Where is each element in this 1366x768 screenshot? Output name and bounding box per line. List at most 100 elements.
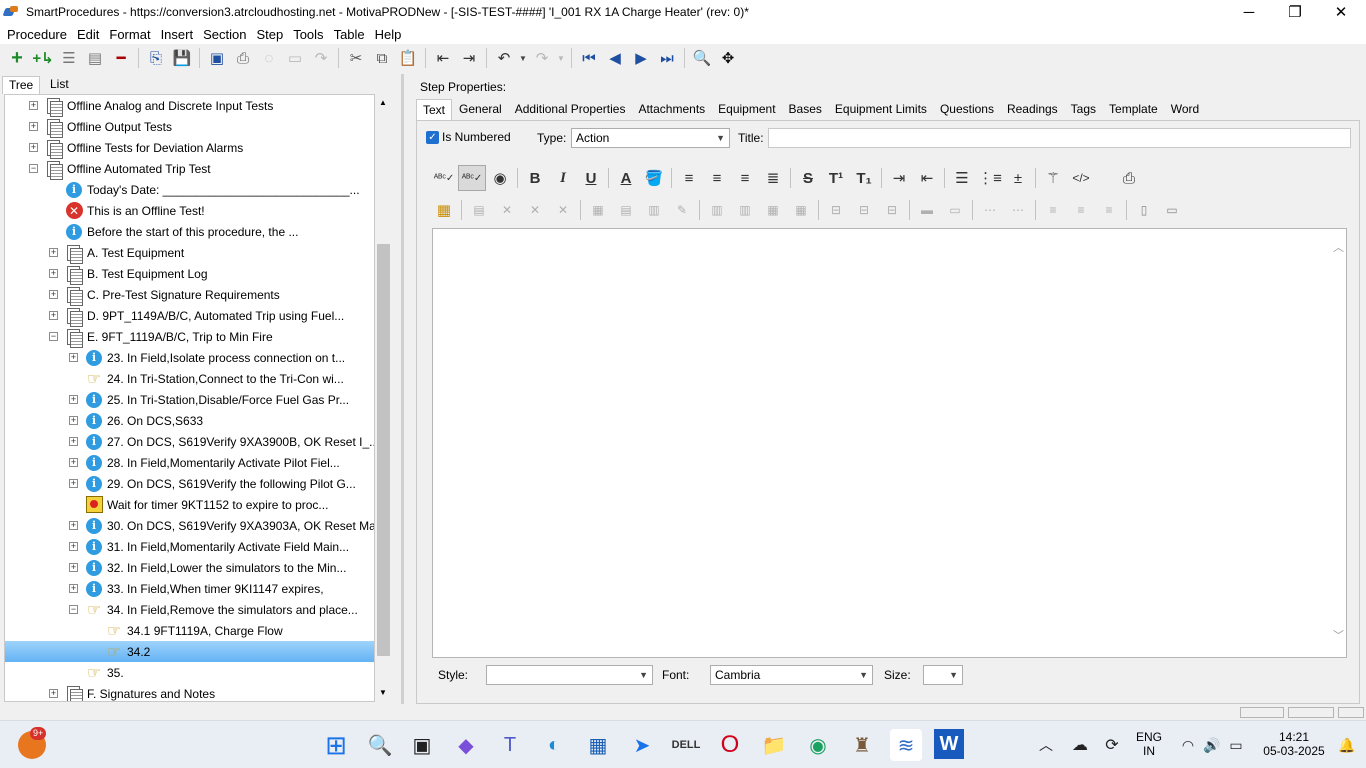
tree-scrollbar[interactable]: ▲ ▼ [375, 94, 392, 702]
is-numbered-checkbox[interactable]: ✓ [426, 131, 439, 144]
notification-center-icon[interactable]: 🔔 [1334, 729, 1360, 761]
menu-procedure[interactable]: Procedure [2, 27, 72, 42]
chrome-icon[interactable]: ◉ [802, 729, 834, 761]
align-left-icon[interactable]: ≡ [675, 165, 703, 191]
delete-column-icon[interactable]: ✕ [549, 199, 577, 221]
expand-icon[interactable]: + [69, 437, 78, 446]
expand-icon[interactable]: + [49, 290, 58, 299]
size-select[interactable]: ▼ [923, 665, 963, 685]
find-icon[interactable]: 🔍 [689, 45, 715, 71]
expand-icon[interactable]: + [69, 521, 78, 530]
increase-indent-icon[interactable]: ⇥ [885, 165, 913, 191]
task-view-icon[interactable]: ▣ [406, 729, 438, 761]
tree-item[interactable]: + i 32. In Field,Lower the simulators to t… [5, 557, 374, 578]
undo-dropdown-icon[interactable]: ▼ [517, 45, 529, 71]
expand-icon[interactable]: + [29, 143, 38, 152]
maximize-button[interactable]: ❐ [1272, 0, 1318, 24]
battery-icon[interactable]: ▭ [1220, 729, 1252, 761]
tab-list[interactable]: List [44, 76, 75, 94]
expand-icon[interactable]: + [69, 416, 78, 425]
underline-icon[interactable]: U [577, 165, 605, 191]
tree-item[interactable]: + i 31. In Field,Momentarily Activate Fiel… [5, 536, 374, 557]
highlight-icon[interactable]: ◉ [486, 165, 514, 191]
tree-item[interactable]: i Before the start of this procedure, the… [5, 221, 374, 242]
delete-table-icon[interactable]: ✕ [493, 199, 521, 221]
expand-icon[interactable]: + [69, 563, 78, 572]
menu-format[interactable]: Format [104, 27, 155, 42]
delete-icon[interactable]: ━ [108, 45, 134, 71]
merge-cells-icon[interactable]: ▦ [759, 199, 787, 221]
redo-icon[interactable]: ↷ [529, 45, 555, 71]
insert-column-right-icon[interactable]: ▥ [731, 199, 759, 221]
expand-icon[interactable]: + [29, 101, 38, 110]
tree-item[interactable]: + i 30. On DCS, S619Verify 9XA3903A, OK Re… [5, 515, 374, 536]
strikethrough-icon[interactable]: S [794, 165, 822, 191]
tab-bases[interactable]: Bases [783, 99, 828, 120]
move-icon[interactable]: ✥ [715, 45, 741, 71]
menu-table[interactable]: Table [329, 27, 370, 42]
tree-item[interactable]: + i 25. In Tri-Station,Disable/Force Fuel … [5, 389, 374, 410]
scroll-up-icon[interactable]: ︿ [1333, 239, 1344, 255]
tab-tree[interactable]: Tree [2, 76, 41, 94]
tab-general[interactable]: General [453, 99, 508, 120]
menu-help[interactable]: Help [370, 27, 407, 42]
expand-icon[interactable]: + [69, 542, 78, 551]
procedure-tree[interactable]: + Offline Analog and Discrete Input Tests… [4, 94, 375, 702]
copilot-icon[interactable]: ◆ [450, 729, 482, 761]
start-icon[interactable]: ⊞ [320, 729, 352, 761]
save-icon[interactable]: 💾 [169, 45, 195, 71]
delete-row-icon[interactable]: ✕ [521, 199, 549, 221]
indent-icon[interactable]: ⇥ [456, 45, 482, 71]
tree-item[interactable]: − Offline Automated Trip Test [5, 158, 374, 180]
power-automate-icon[interactable]: ➤ [626, 729, 658, 761]
close-button[interactable]: ✕ [1318, 0, 1364, 24]
bullet-list-icon[interactable]: ☰ [948, 165, 976, 191]
teams-icon[interactable]: T [494, 729, 526, 761]
table-properties-icon[interactable]: ▤ [465, 199, 493, 221]
cell-properties-icon[interactable]: ▦ [584, 199, 612, 221]
print-icon[interactable]: ⎙ [230, 45, 256, 71]
menu-tools[interactable]: Tools [288, 27, 328, 42]
paste-icon[interactable]: 📋 [395, 45, 421, 71]
split-row-icon[interactable]: ▭ [941, 199, 969, 221]
expand-icon[interactable]: + [69, 395, 78, 404]
first-icon[interactable]: ⏮ [576, 45, 602, 71]
tree-item[interactable]: + Offline Output Tests [5, 116, 374, 138]
collapse-icon[interactable]: − [29, 164, 38, 173]
redo-dropdown-icon[interactable]: ▼ [555, 45, 567, 71]
pane-splitter[interactable] [401, 74, 404, 704]
last-icon[interactable]: ⏭ [654, 45, 680, 71]
tray-cloud-icon[interactable]: ☁ [1064, 729, 1096, 761]
font-select[interactable]: Cambria ▼ [710, 665, 873, 685]
publish-icon[interactable]: ▣ [204, 45, 230, 71]
tree-item[interactable]: + B. Test Equipment Log [5, 263, 374, 285]
tab-attachments[interactable]: Attachments [632, 99, 711, 120]
tree-item[interactable]: + i 28. In Field,Momentarily Activate Pilo… [5, 452, 374, 473]
scroll-up-icon[interactable]: ▲ [379, 98, 387, 107]
file-explorer-icon[interactable]: 📁 [758, 729, 790, 761]
spell-check-icon[interactable]: ᴬᴮᶜ✓ [430, 165, 458, 191]
window-icon[interactable]: ▭ [282, 45, 308, 71]
language-indicator[interactable]: ENG IN [1132, 730, 1166, 758]
outdent-icon[interactable]: ⇤ [430, 45, 456, 71]
tray-sync-icon[interactable]: ⟳ [1096, 729, 1128, 761]
previous-icon[interactable]: ◀ [602, 45, 628, 71]
align-top-icon[interactable]: ≡ [1039, 199, 1067, 221]
title-input[interactable] [768, 128, 1351, 148]
expand-icon[interactable]: + [49, 689, 58, 698]
tab-readings[interactable]: Readings [1001, 99, 1064, 120]
align-middle-icon[interactable]: ≡ [1067, 199, 1095, 221]
tree-item[interactable]: + i 26. On DCS,S633 [5, 410, 374, 431]
align-right-icon[interactable]: ≡ [731, 165, 759, 191]
tree-item[interactable]: + A. Test Equipment [5, 242, 374, 264]
expand-icon[interactable]: + [49, 311, 58, 320]
align-bottom-icon[interactable]: ≡ [1095, 199, 1123, 221]
search-icon[interactable]: 🔍 [364, 729, 396, 761]
scroll-down-icon[interactable]: ﹀ [1333, 627, 1344, 643]
tree-item[interactable]: + i 23. In Field,Isolate process connectio… [5, 347, 374, 368]
tree-item[interactable]: ☞ 24. In Tri-Station,Connect to the Tri-C… [5, 368, 374, 389]
fill-color-icon[interactable]: 🪣 [640, 165, 668, 191]
step-text-editor[interactable]: ︿ ﹀ [432, 228, 1347, 658]
word-icon[interactable]: W [934, 729, 964, 759]
add-child-icon[interactable]: +↳ [30, 45, 56, 71]
